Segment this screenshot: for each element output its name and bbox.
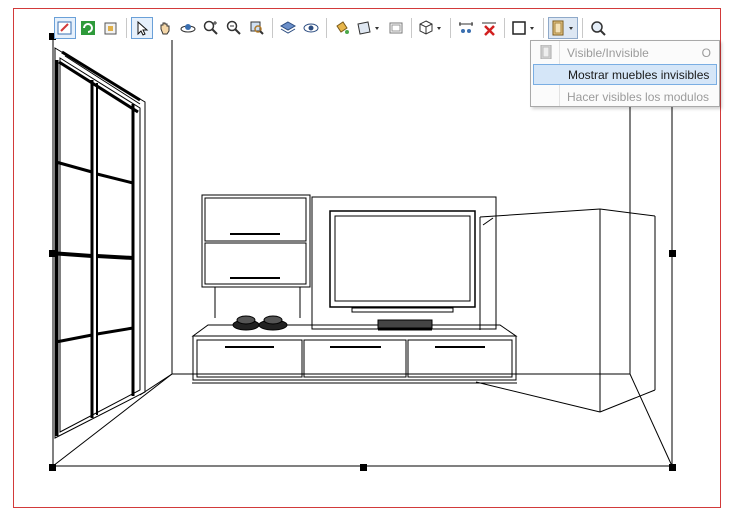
zoom-out-icon[interactable] [223,17,245,39]
measure-icon[interactable] [455,17,477,39]
handle-bottom-middle [360,464,367,471]
menu-item-label: Mostrar muebles invisibles [568,67,710,82]
zoom-in-icon[interactable] [200,17,222,39]
magnifier-icon[interactable] [587,17,609,39]
refresh-icon[interactable] [77,17,99,39]
decor-objects [232,315,288,331]
rectangle-icon[interactable] [509,17,539,39]
menu-item-show-invisible-furniture[interactable]: Mostrar muebles invisibles [533,64,717,85]
toolbar [54,15,609,41]
zoom-window-icon[interactable] [246,17,268,39]
3d-box-icon[interactable] [416,17,446,39]
menu-item-label: Hacer visibles los modulos [567,89,710,104]
orbit-icon[interactable] [177,17,199,39]
menu-item-make-modules-visible[interactable]: Hacer visibles los modulos [533,86,717,107]
delete-measure-icon[interactable] [478,17,500,39]
tv-screen [329,210,476,313]
handle-bottom-left [49,464,56,471]
paint-bucket-icon[interactable] [331,17,353,39]
menu-item-label: Visible/Invisible [567,45,649,60]
invisible-cabinet-outline [475,208,656,413]
layers-icon[interactable] [277,17,299,39]
section-plane-icon[interactable] [354,17,384,39]
library-icon[interactable] [100,17,122,39]
handle-bottom-right [669,464,676,471]
menu-item-shortcut: O [701,45,711,60]
wall-cabinet [201,194,311,318]
handle-middle-right [669,250,676,257]
menu-item-visible-invisible[interactable]: Visible/Invisible O [533,42,717,63]
select-arrow-icon[interactable] [131,17,153,39]
pan-hand-icon[interactable] [154,17,176,39]
door-icon [540,45,552,59]
wardrobe-left [49,47,173,439]
wireframe-icon[interactable] [385,17,407,39]
handle-middle-left [49,250,56,257]
dvd-player [377,319,433,331]
visibility-dropdown-menu: Visible/Invisible O Mostrar muebles invi… [530,40,720,107]
visibility-door-icon[interactable] [548,17,578,39]
view-eye-icon[interactable] [300,17,322,39]
tv-back-panel [311,196,497,330]
edit-properties-icon[interactable] [54,17,76,39]
